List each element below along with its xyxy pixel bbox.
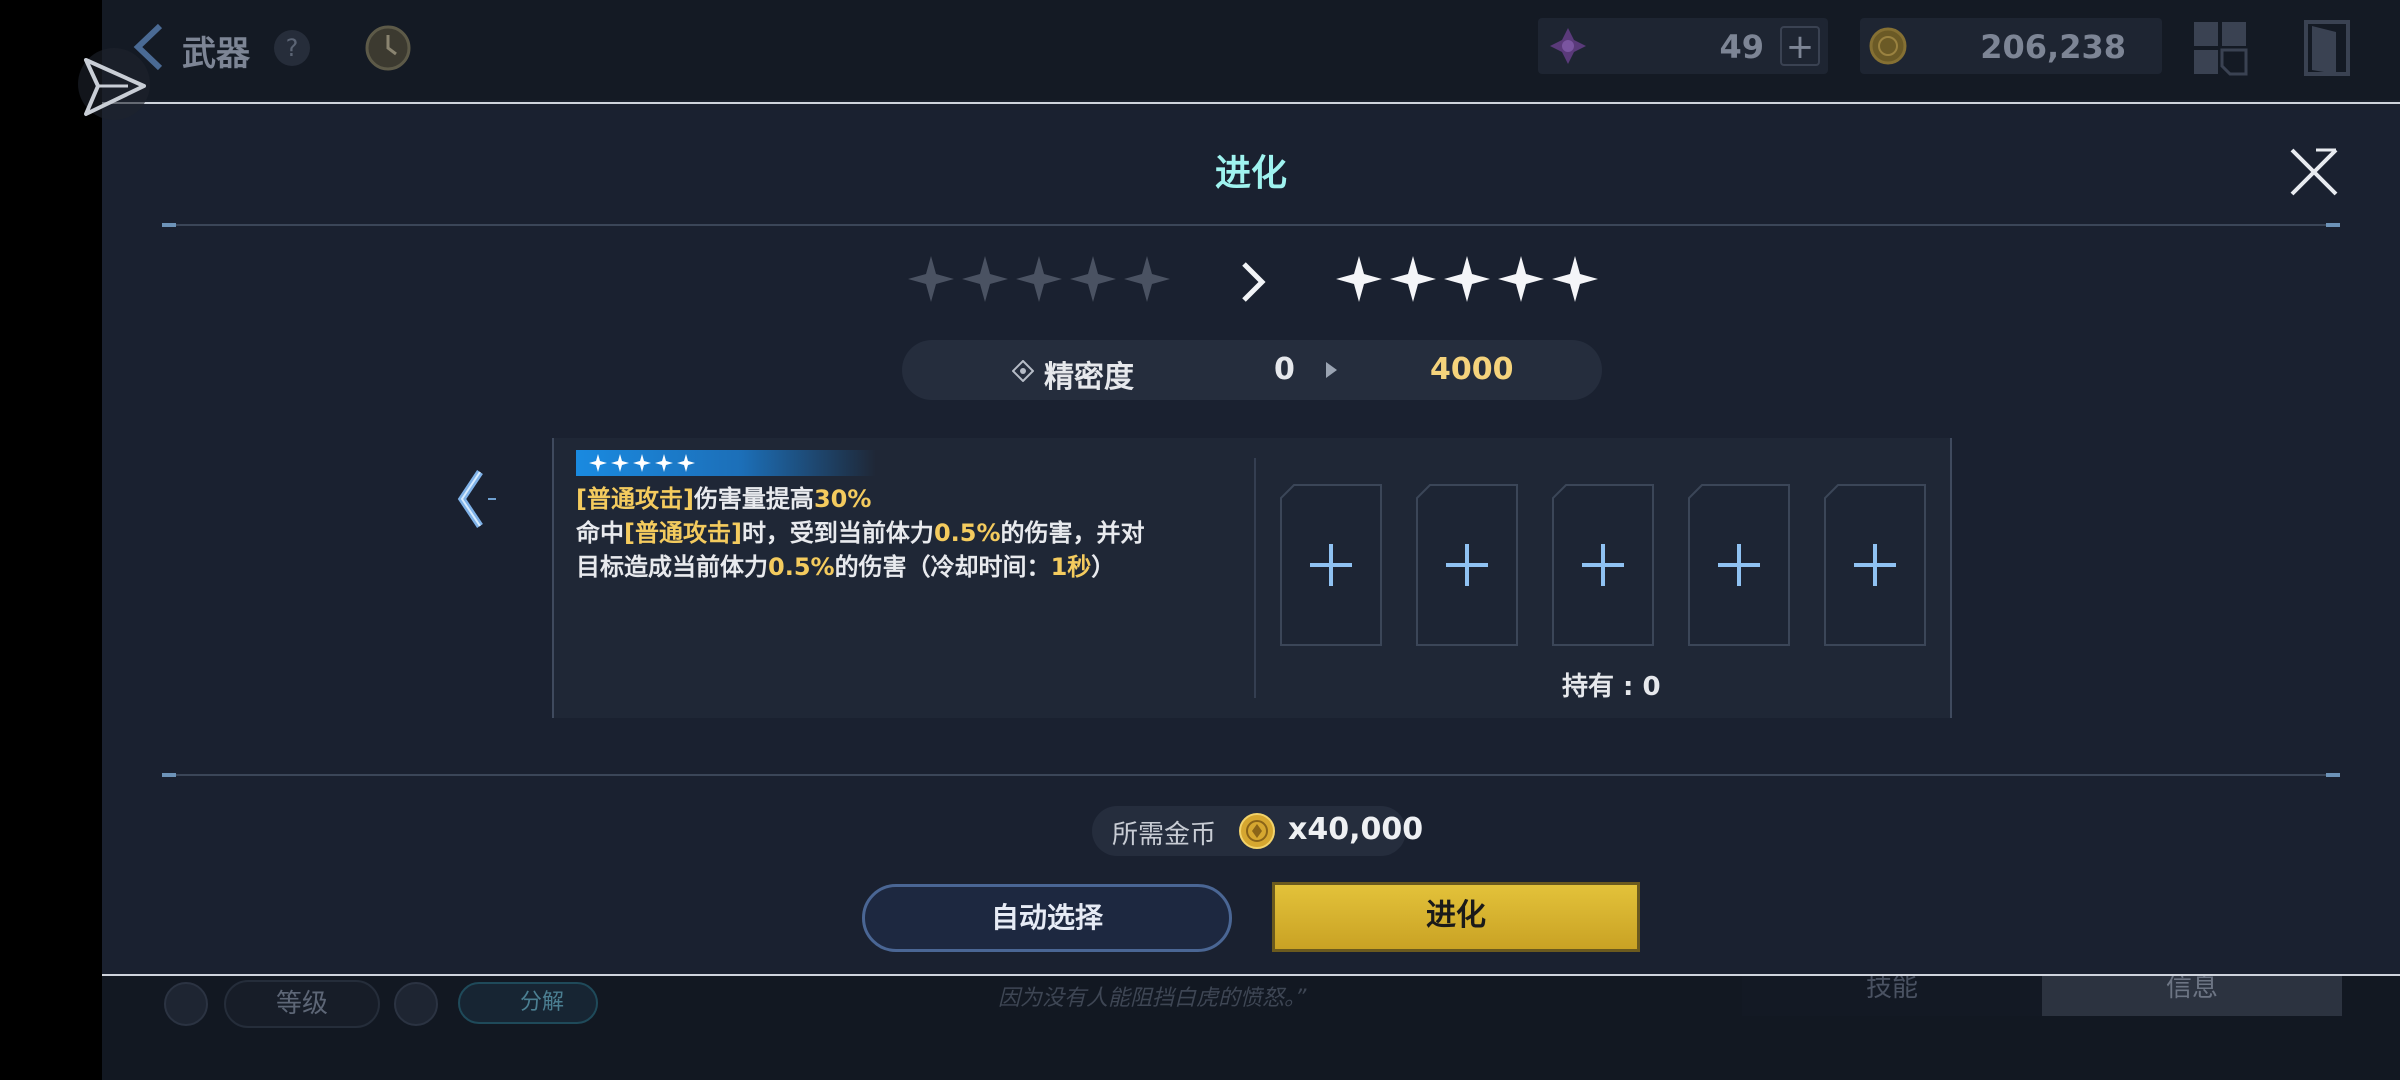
precision-icon: [1012, 360, 1034, 382]
add-slot-icon: [1416, 484, 1518, 646]
crystal-resource: 49 +: [1538, 18, 1828, 74]
game-screen: 武器 ? 49 + 206,238 等级 分解 因为没有人能阻挡白虎的愤怒。” …: [102, 0, 2400, 1080]
evolve-button[interactable]: 进化: [1272, 882, 1640, 952]
add-slot-icon: [1552, 484, 1654, 646]
material-slot-4[interactable]: [1688, 484, 1790, 646]
grid-menu-icon[interactable]: [2192, 20, 2248, 76]
chevron-down-icon[interactable]: [394, 982, 438, 1026]
gold-resource: 206,238: [1860, 18, 2162, 74]
purple-crystal-icon: [1550, 28, 1586, 64]
precision-to: 4000: [1430, 352, 1514, 387]
skill-description: [普通攻击]伤害量提高30% 命中[普通攻击]时，受到当前体力0.5%的伤害，并…: [576, 485, 1145, 581]
star-tag: [576, 450, 876, 476]
skill-panel: [普通攻击]伤害量提高30% 命中[普通攻击]时，受到当前体力0.5%的伤害，并…: [552, 438, 1952, 718]
decompose-button[interactable]: 分解: [458, 982, 598, 1024]
material-slot-2[interactable]: [1416, 484, 1518, 646]
crystal-count: 49: [1719, 28, 1764, 66]
exit-door-icon[interactable]: [2302, 18, 2352, 78]
send-arrow-icon[interactable]: [76, 44, 152, 128]
material-slot-5[interactable]: [1824, 484, 1926, 646]
material-slot-3[interactable]: [1552, 484, 1654, 646]
sort-level-button[interactable]: 等级: [224, 980, 380, 1028]
add-slot-icon: [1280, 484, 1382, 646]
modal-title: 进化: [1214, 153, 1287, 194]
precision-label: 精密度: [1044, 360, 1134, 395]
filter-icon[interactable]: [164, 982, 208, 1026]
material-slot-1[interactable]: [1280, 484, 1382, 646]
gold-coin-icon: [1239, 813, 1275, 849]
stars-after-icon: [1336, 256, 1598, 302]
weapon-quote: 因为没有人能阻挡白虎的愤怒。”: [998, 986, 1307, 1011]
gold-coin-icon: [1869, 27, 1907, 65]
arrow-right-icon: [1242, 262, 1266, 302]
divider-top: [162, 223, 2340, 227]
close-icon[interactable]: [2286, 144, 2342, 200]
top-bar: 武器 ? 49 + 206,238: [102, 0, 2400, 100]
auto-select-button[interactable]: 自动选择: [862, 884, 1232, 952]
chevron-left-icon[interactable]: [454, 466, 500, 532]
owned-count: 持有 : 0: [1562, 672, 1661, 702]
add-slot-icon: [1824, 484, 1926, 646]
cost-amount: x40,000: [1288, 812, 1424, 847]
precision-from: 0: [1274, 352, 1295, 387]
cost-label: 所需金币: [1112, 820, 1217, 850]
add-slot-icon: [1688, 484, 1790, 646]
material-slots: [1280, 484, 1926, 646]
evolution-modal: 进化 精密度 0 4000 [普通攻击]伤害量提高30% 命中[普通攻击]时，受…: [102, 102, 2400, 976]
left-black-bar: [0, 0, 102, 1080]
page-title: 武器: [182, 34, 250, 74]
gold-count: 206,238: [1980, 28, 2126, 66]
help-button[interactable]: ?: [274, 30, 310, 66]
panel-divider: [1254, 458, 1256, 698]
clock-icon[interactable]: [364, 24, 412, 72]
tag-stars-icon: [589, 454, 695, 472]
divider-bottom: [162, 773, 2340, 777]
stars-before-icon: [908, 256, 1170, 302]
precision-arrow-icon: [1326, 362, 1337, 378]
required-gold: 所需金币 x40,000: [1092, 806, 1423, 856]
precision-bar: 精密度 0 4000: [902, 340, 1602, 400]
add-crystal-button[interactable]: +: [1780, 26, 1820, 66]
